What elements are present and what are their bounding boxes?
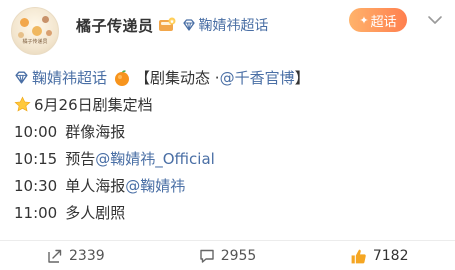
repost-icon bbox=[48, 249, 62, 263]
schedule-time: 10:00 bbox=[14, 122, 58, 141]
post-header: 橘子传递员 橘子传递员 鞠婧祎超话 ✦ 超话 bbox=[0, 0, 455, 62]
content-line-schedule: 10:30 单人海报 @鞠婧祎 bbox=[14, 172, 444, 199]
comment-icon bbox=[199, 249, 214, 263]
post-content: 鞠婧祎超话 【剧集动态 · @千香官博 】 6月26日剧集定档 10:00 群像… bbox=[14, 64, 444, 226]
content-line-schedule: 10:00 群像海报 bbox=[14, 118, 444, 145]
content-line1-text: 【剧集动态 · bbox=[135, 69, 220, 87]
schedule-text: 单人海报 bbox=[65, 177, 126, 195]
content-line-schedule: 10:15 预告 @鞠婧祎_Official bbox=[14, 145, 444, 172]
content-line2-text: 6月26日剧集定档 bbox=[34, 96, 153, 114]
orange-icon bbox=[115, 69, 130, 86]
footer-divider bbox=[0, 240, 455, 241]
content-line1-close: 】 bbox=[294, 69, 310, 87]
author-name[interactable]: 橘子传递员 bbox=[76, 15, 154, 36]
like-count: 7182 bbox=[372, 248, 409, 264]
content-topic-label: 鞠婧祎超话 bbox=[32, 69, 108, 87]
comment-count: 2955 bbox=[220, 248, 257, 264]
comment-button[interactable]: 2955 bbox=[152, 244, 304, 268]
action-bar: 2339 2955 7182 bbox=[0, 244, 455, 268]
schedule-time: 11:00 bbox=[14, 203, 58, 222]
topic-link[interactable]: 鞠婧祎超话 bbox=[182, 15, 269, 35]
supertopic-diamond-icon bbox=[182, 19, 195, 31]
schedule-time: 10:30 bbox=[14, 176, 58, 195]
schedule-text: 多人剧照 bbox=[65, 204, 126, 222]
chevron-down-icon[interactable] bbox=[427, 14, 443, 26]
avatar[interactable]: 橘子传递员 bbox=[11, 7, 59, 55]
mention-jujingyi[interactable]: @鞠婧祎 bbox=[125, 175, 185, 196]
content-line-schedule: 11:00 多人剧照 bbox=[14, 199, 444, 226]
supertopic-tag[interactable]: ✦ 超话 bbox=[349, 8, 407, 32]
star-icon bbox=[14, 96, 31, 112]
supertopic-tag-label: 超话 bbox=[370, 14, 397, 30]
repost-button[interactable]: 2339 bbox=[0, 244, 152, 268]
avatar-caption: 橘子传递员 bbox=[22, 39, 48, 45]
thumbs-up-icon bbox=[351, 249, 366, 263]
schedule-text: 群像海报 bbox=[65, 123, 126, 141]
author-row: 橘子传递员 鞠婧祎超话 bbox=[76, 13, 269, 37]
sparkle-icon: ✦ bbox=[359, 13, 369, 27]
mention-qianxiang[interactable]: @千香官博 bbox=[220, 67, 295, 88]
topic-link-label: 鞠婧祎超话 bbox=[198, 18, 269, 34]
fan-badge-icon bbox=[158, 17, 176, 33]
repost-count: 2339 bbox=[69, 248, 105, 264]
content-line-topic: 鞠婧祎超话 【剧集动态 · @千香官博 】 bbox=[14, 64, 444, 91]
content-line-date: 6月26日剧集定档 bbox=[14, 91, 444, 118]
supertopic-diamond-icon bbox=[15, 71, 28, 84]
schedule-time: 10:15 bbox=[14, 149, 58, 168]
like-button[interactable]: 7182 bbox=[303, 244, 455, 268]
mention-official[interactable]: @鞠婧祎_Official bbox=[95, 148, 215, 169]
content-topic-link[interactable]: 鞠婧祎超话 bbox=[14, 67, 107, 88]
schedule-text: 预告 bbox=[65, 150, 96, 168]
